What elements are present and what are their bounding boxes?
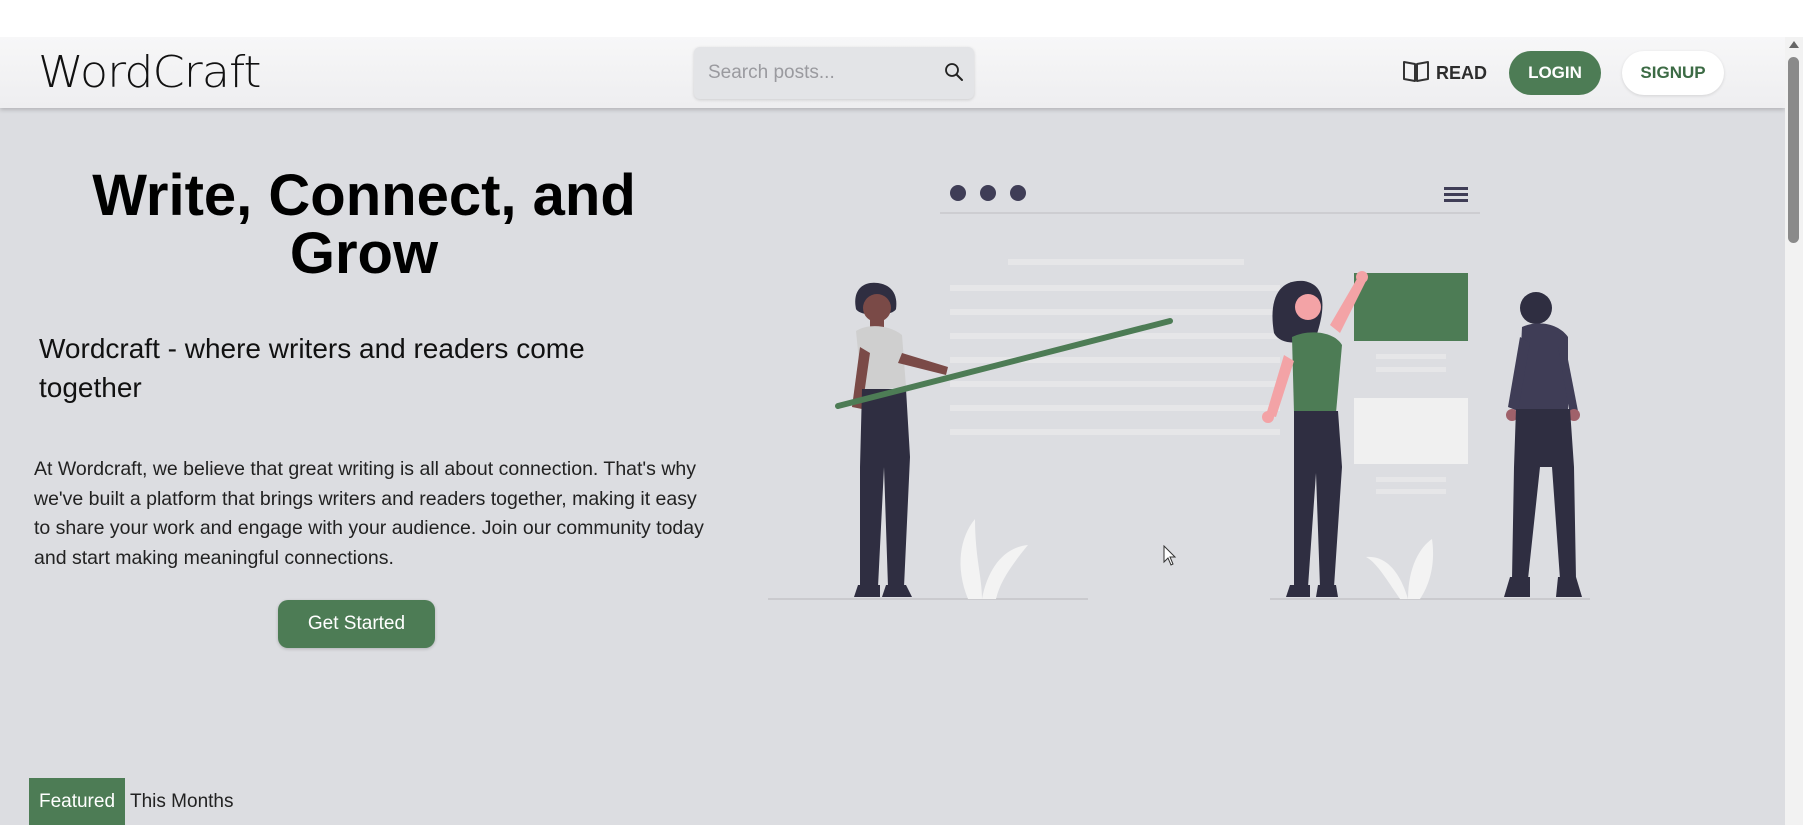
hero-subtitle: Wordcraft - where writers and readers co… <box>39 333 585 403</box>
navbar: WordCraft READ LOGIN SIGNUP <box>0 37 1785 108</box>
page-viewport: WordCraft READ LOGIN SIGNUP Write, Conne… <box>0 37 1785 825</box>
signup-button[interactable]: SIGNUP <box>1622 51 1724 95</box>
mouse-cursor-icon <box>1163 545 1177 566</box>
tab-this-months[interactable]: This Months <box>130 778 233 825</box>
hamburger-menu-icon <box>1444 187 1468 202</box>
vertical-scrollbar[interactable] <box>1785 37 1803 825</box>
scrollbar-thumb[interactable] <box>1788 57 1799 243</box>
scroll-up-arrow-icon[interactable] <box>1789 41 1799 48</box>
tab-featured[interactable]: Featured <box>29 778 125 825</box>
person-standing-illustration <box>1504 292 1582 597</box>
search-icon[interactable] <box>944 62 964 87</box>
search-box <box>694 47 974 99</box>
search-input[interactable] <box>708 61 928 85</box>
hero-illustration <box>768 185 1590 600</box>
book-icon <box>1402 59 1430 88</box>
read-link[interactable]: READ <box>1402 59 1487 88</box>
plant-right-illustration <box>1366 539 1434 599</box>
site-logo[interactable]: WordCraft <box>38 47 261 98</box>
read-label: READ <box>1436 63 1488 83</box>
hero-title: Write, Connect, and Grow <box>92 163 636 286</box>
plant-left-illustration <box>960 519 1028 599</box>
person-pointing-illustration <box>835 282 1173 597</box>
get-started-button[interactable]: Get Started <box>278 600 435 648</box>
login-button[interactable]: LOGIN <box>1509 51 1601 95</box>
hero-description: At Wordcraft, we believe that great writ… <box>34 458 704 569</box>
